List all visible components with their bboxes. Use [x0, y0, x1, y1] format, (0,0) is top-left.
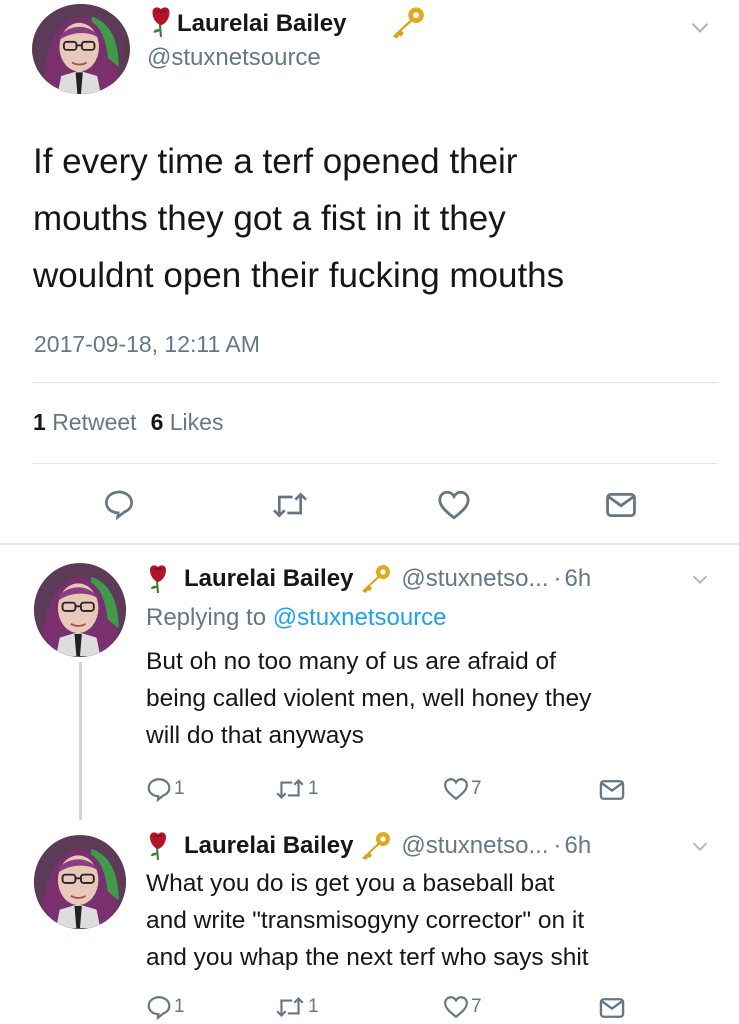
like-action[interactable]: 7 [443, 776, 482, 802]
reply-text: What you do is get you a baseball bat an… [146, 865, 589, 976]
like-count: 7 [471, 996, 482, 1017]
retweet-action[interactable]: 1 [274, 994, 319, 1020]
tweet-text: If every time a terf opened their mouths… [33, 133, 564, 304]
display-name[interactable]: Laurelai Bailey [184, 565, 353, 593]
reply-icon [146, 994, 172, 1020]
key-icon [357, 564, 391, 594]
replying-to-handle[interactable]: @stuxnetsource [273, 604, 447, 631]
tweet-text-line: mouths they got a fist in it they [33, 199, 506, 238]
username[interactable]: @stuxnetso... [401, 565, 548, 593]
retweet-count: 1 [33, 409, 46, 435]
reply-text-line: and write "transmisogyny corrector" on i… [146, 907, 585, 934]
timestamp[interactable]: 2017-09-18, 12:11 AM [34, 331, 260, 358]
avatar[interactable] [32, 4, 130, 94]
envelope-icon[interactable] [598, 994, 626, 1022]
divider [32, 463, 718, 464]
avatar[interactable] [34, 835, 126, 929]
separator-dot: · [553, 832, 562, 859]
chevron-down-icon[interactable] [689, 568, 711, 590]
reply-text-line: and you whap the next terf who says shit [146, 944, 589, 971]
retweet-count: 1 [308, 996, 319, 1017]
reply-count: 1 [174, 778, 185, 799]
display-name[interactable]: Laurelai Bailey [177, 10, 346, 38]
reply-text: But oh no too many of us are afraid of b… [146, 643, 591, 754]
reply-icon [146, 776, 172, 802]
tweet-stats: 1 Retweet 6 Likes [33, 409, 223, 436]
reply-text-line: being called violent men, well honey the… [146, 685, 592, 712]
like-count: 7 [471, 778, 482, 799]
heart-icon[interactable] [437, 488, 471, 522]
retweet-count: 1 [308, 778, 319, 799]
divider [0, 543, 739, 545]
reply-count: 1 [174, 996, 185, 1017]
retweet-icon[interactable] [270, 489, 310, 521]
retweet-icon [274, 776, 306, 802]
tweet-text-line: If every time a terf opened their [33, 142, 518, 181]
reply-text-line: What you do is get you a baseball bat [146, 870, 555, 897]
rose-icon [148, 6, 174, 38]
tweet-text-line: wouldnt open their fucking mouths [33, 256, 565, 295]
reply-action[interactable]: 1 [146, 776, 185, 802]
replying-to-label: Replying to [146, 604, 267, 631]
retweet-stat[interactable]: 1 Retweet [33, 409, 137, 436]
reply-icon[interactable] [103, 488, 135, 520]
relative-time[interactable]: 6h [565, 832, 592, 860]
rose-icon [146, 831, 170, 861]
separator-dot: · [553, 565, 562, 592]
envelope-icon[interactable] [604, 488, 638, 522]
avatar[interactable] [34, 563, 126, 657]
key-icon [387, 6, 425, 40]
reply-action[interactable]: 1 [146, 994, 185, 1020]
key-icon [357, 831, 391, 861]
replying-to: Replying to @stuxnetsource [146, 604, 447, 632]
like-stat-label: Likes [169, 409, 224, 435]
envelope-icon[interactable] [598, 776, 626, 804]
retweet-stat-label: Retweet [52, 409, 137, 435]
display-name[interactable]: Laurelai Bailey [184, 832, 353, 860]
retweet-action[interactable]: 1 [274, 776, 319, 802]
relative-time[interactable]: 6h [565, 565, 592, 593]
thread-line [79, 662, 82, 820]
reply-text-line: will do that anyways [146, 722, 364, 749]
username[interactable]: @stuxnetso... [401, 832, 548, 860]
rose-icon [146, 564, 170, 594]
divider [32, 382, 718, 383]
heart-icon [443, 776, 469, 802]
reply-header: Laurelai Bailey @stuxnetso... · 6h [146, 829, 591, 863]
reply-text-line: But oh no too many of us are afraid of [146, 648, 556, 675]
heart-icon [443, 994, 469, 1020]
like-action[interactable]: 7 [443, 994, 482, 1020]
chevron-down-icon[interactable] [687, 14, 713, 40]
retweet-icon [274, 994, 306, 1020]
like-count: 6 [150, 409, 164, 435]
reply-header: Laurelai Bailey @stuxnetso... · 6h [146, 562, 591, 596]
like-stat[interactable]: 6 Likes [151, 409, 224, 436]
username[interactable]: @stuxnetsource [147, 44, 321, 72]
chevron-down-icon[interactable] [689, 835, 711, 857]
